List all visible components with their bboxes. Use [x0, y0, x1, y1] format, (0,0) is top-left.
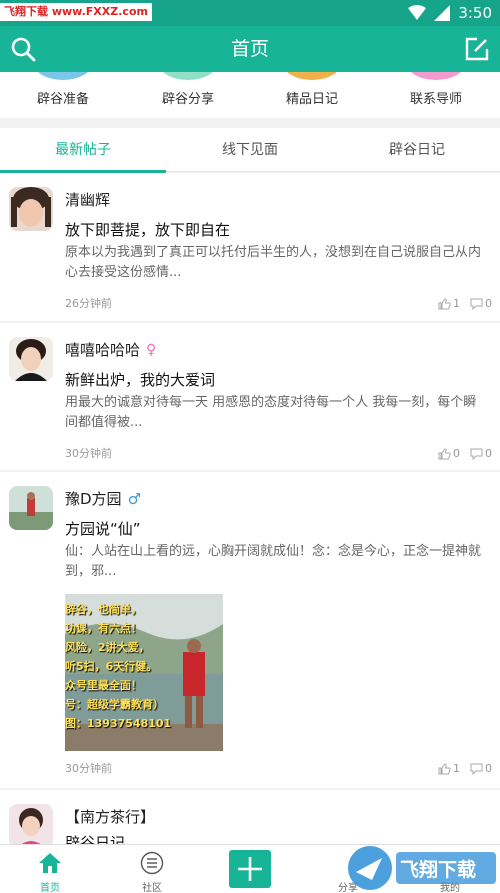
thumbs-up-icon — [438, 762, 451, 774]
category-icon — [33, 72, 93, 80]
signal-icon — [434, 5, 451, 21]
page-title: 首页 — [230, 38, 269, 60]
image-line: 听5扫，6天行健。 — [65, 660, 158, 673]
comment-icon — [470, 763, 483, 775]
gender-female-icon: ♀ — [146, 341, 157, 358]
image-line: 众号里最全面！ — [65, 679, 142, 692]
comment-button[interactable]: 0 — [470, 297, 492, 310]
add-post-button[interactable] — [229, 850, 271, 888]
gender-male-icon: ♂ — [127, 489, 142, 508]
like-button[interactable]: 1 — [438, 297, 460, 310]
category-prep[interactable]: 辟谷准备 — [13, 72, 113, 118]
like-button[interactable]: 1 — [438, 762, 460, 775]
post-username[interactable]: 豫D方园 ♂ — [65, 488, 141, 509]
post-body: 原本以为我遇到了真正可以托付后半生的人，没想到在自己说服自己从内心去接受这份感情… — [65, 245, 482, 280]
comment-count: 0 — [485, 447, 492, 460]
app-header: 首页 — [0, 26, 500, 72]
tab-latest[interactable]: 最新帖子 — [0, 128, 166, 173]
image-text-overlay: 辟谷，也简单， 功课，有六点！ 风险，2讲大爱， 听5扫，6天行健。 众号里最全… — [65, 600, 171, 733]
post-body: 仙：人站在山上看的远，心胸开阔就成仙！念：念是今心，正念一提神就到，邪... — [65, 544, 482, 579]
avatar[interactable] — [9, 337, 53, 381]
status-bar: 飞翔下载 www.FXXZ.com 3:50 — [0, 0, 500, 26]
post-time: 30分钟前 — [65, 762, 112, 775]
avatar[interactable] — [9, 486, 53, 530]
thumbs-up-icon — [438, 297, 451, 309]
category-share[interactable]: 辟谷分享 — [138, 72, 238, 118]
category-row: 辟谷准备 辟谷分享 精品日记 联系导师 — [0, 72, 500, 118]
post-username[interactable]: 【南方茶行】 — [65, 806, 155, 827]
comment-icon — [470, 298, 483, 310]
post-time: 30分钟前 — [65, 447, 112, 460]
plus-icon — [238, 857, 262, 881]
post-title: 新鲜出炉，我的大爱词 — [65, 371, 216, 389]
username-text: 豫D方园 — [65, 490, 122, 508]
category-label: 辟谷分享 — [161, 92, 214, 107]
status-time: 3:50 — [458, 4, 492, 22]
comment-icon — [470, 448, 483, 460]
category-label: 精品日记 — [285, 92, 338, 107]
image-line: 功课，有六点！ — [65, 622, 142, 635]
post-stats: 0 0 — [438, 447, 492, 460]
like-count: 1 — [453, 762, 460, 775]
nav-label: 社区 — [142, 883, 162, 893]
watermark-logo: 飞翔下载 — [338, 834, 500, 893]
edit-icon[interactable] — [464, 36, 490, 62]
category-icon — [158, 72, 218, 80]
like-count: 1 — [453, 297, 460, 310]
wifi-icon — [408, 5, 427, 20]
post-stats: 1 0 — [438, 297, 492, 310]
comment-count: 0 — [485, 762, 492, 775]
category-label: 联系导师 — [409, 92, 462, 107]
category-icon — [282, 72, 342, 80]
tab-diary[interactable]: 辟谷日记 — [334, 128, 500, 172]
category-diary[interactable]: 精品日记 — [262, 72, 362, 118]
image-line: 号：超级学霸教育） — [65, 698, 164, 711]
username-text: 嘻嘻哈哈哈 — [65, 341, 141, 359]
tab-offline[interactable]: 线下见面 — [167, 128, 333, 172]
post-item[interactable]: 豫D方园 ♂ 方园说“仙” 仙：人站在山上看的远，心胸开阔就成仙！念：念是今心，… — [0, 472, 500, 788]
post-body: 用最大的诚意对待每一天 用感恩的态度对待每一个人 我每一刻，每个瞬间都值得被..… — [65, 395, 477, 430]
username-text: 清幽辉 — [65, 191, 111, 209]
post-title: 放下即菩提，放下即自在 — [65, 221, 231, 239]
thumbs-up-icon — [438, 447, 451, 459]
post-image[interactable]: 辟谷，也简单， 功课，有六点！ 风险，2讲大爱， 听5扫，6天行健。 众号里最全… — [65, 594, 223, 751]
username-text: 【南方茶行】 — [65, 808, 156, 826]
like-count: 0 — [453, 447, 460, 460]
avatar[interactable] — [9, 804, 53, 848]
category-icon — [406, 72, 466, 80]
watermark-logo-text: 飞翔下载 — [400, 859, 477, 881]
post-username[interactable]: 嘻嘻哈哈哈 ♀ — [65, 339, 156, 360]
post-username[interactable]: 清幽辉 — [65, 189, 110, 210]
post-item[interactable]: 嘻嘻哈哈哈 ♀ 新鲜出炉，我的大爱词 用最大的诚意对待每一天 用感恩的态度对待每… — [0, 323, 500, 470]
image-line: 风险，2讲大爱， — [65, 641, 150, 654]
nav-label: 首页 — [40, 883, 60, 893]
category-mentor[interactable]: 联系导师 — [386, 72, 486, 118]
image-line: 图：13937548101 — [65, 717, 172, 730]
home-icon — [39, 853, 61, 873]
comment-button[interactable]: 0 — [470, 447, 492, 460]
post-title: 方园说“仙” — [65, 520, 141, 538]
post-time: 26分钟前 — [65, 297, 112, 310]
image-line: 辟谷，也简单， — [65, 603, 142, 616]
comment-button[interactable]: 0 — [470, 762, 492, 775]
comment-count: 0 — [485, 297, 492, 310]
list-icon — [140, 851, 164, 875]
post-item[interactable]: 清幽辉 放下即菩提，放下即自在 原本以为我遇到了真正可以托付后半生的人，没想到在… — [0, 173, 500, 321]
feed-tabs: 最新帖子 线下见面 辟谷日记 — [0, 128, 500, 173]
nav-community[interactable]: 社区 — [102, 845, 202, 893]
watermark-label: 飞翔下载 www.FXXZ.com — [0, 3, 152, 21]
avatar[interactable] — [9, 187, 53, 231]
nav-home[interactable]: 首页 — [0, 845, 100, 893]
status-icons: 3:50 — [408, 3, 492, 23]
like-button[interactable]: 0 — [438, 447, 460, 460]
category-label: 辟谷准备 — [36, 92, 89, 107]
post-stats: 1 0 — [438, 762, 492, 775]
